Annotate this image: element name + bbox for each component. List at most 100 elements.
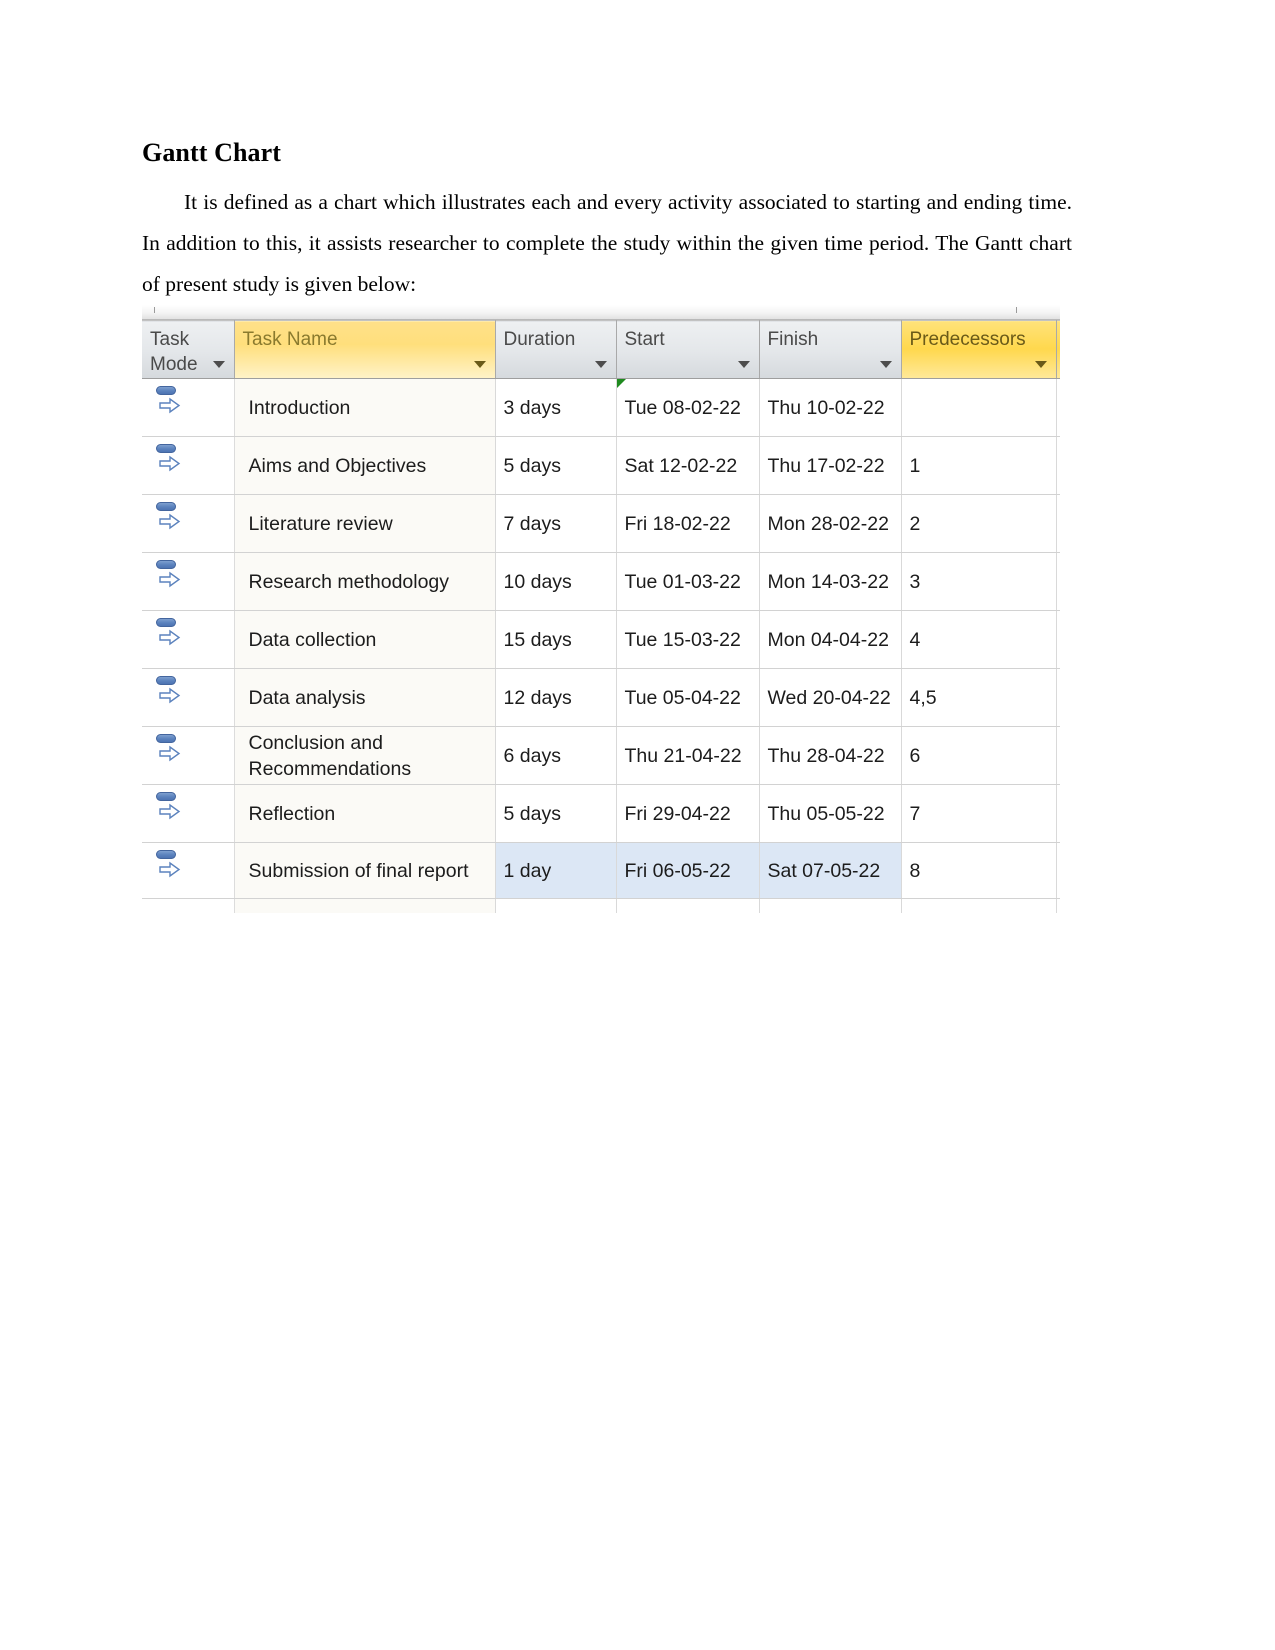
cell-task-mode <box>142 898 235 913</box>
cell-task-mode[interactable] <box>142 726 235 785</box>
cell-task-name[interactable]: Introduction <box>234 378 496 437</box>
cell-task-mode[interactable] <box>142 784 235 843</box>
cell-start[interactable]: Fri 06-05-22 <box>616 842 760 899</box>
table-row[interactable]: Conclusion and Recommendations 6 days Th… <box>142 726 1060 785</box>
table-row[interactable]: Introduction 3 days Tue 08-02-22 Thu 10-… <box>142 378 1060 437</box>
cell-next-partial <box>1056 898 1060 913</box>
column-header-task-mode-label: Task Mode <box>150 329 198 375</box>
column-header-task-mode[interactable]: Task Mode <box>142 320 235 379</box>
cell-task-name[interactable]: Literature review <box>234 494 496 553</box>
cell-finish[interactable]: Thu 05-05-22 <box>759 784 902 843</box>
cell-predecessors <box>901 898 1057 913</box>
cell-predecessors[interactable]: 4,5 <box>901 668 1057 727</box>
cell-predecessors[interactable]: 1 <box>901 436 1057 495</box>
chevron-down-icon[interactable] <box>879 361 892 368</box>
cell-task-mode[interactable] <box>142 378 235 437</box>
cell-predecessors[interactable] <box>901 378 1057 437</box>
cell-next-partial <box>1056 668 1060 727</box>
table-row[interactable]: Data analysis 12 days Tue 05-04-22 Wed 2… <box>142 668 1060 727</box>
cell-start[interactable]: Tue 15-03-22 <box>616 610 760 669</box>
chevron-down-icon[interactable] <box>212 361 225 368</box>
table-row[interactable]: Reflection 5 days Fri 29-04-22 Thu 05-05… <box>142 784 1060 843</box>
manually-scheduled-task-icon <box>154 444 184 474</box>
cell-task-mode[interactable] <box>142 668 235 727</box>
cell-start[interactable]: Tue 01-03-22 <box>616 552 760 611</box>
table-row[interactable]: Submission of final report 1 day Fri 06-… <box>142 842 1060 899</box>
cell-duration[interactable]: 12 days <box>495 668 617 727</box>
column-header-duration[interactable]: Duration <box>495 320 617 379</box>
cell-start[interactable]: Tue 08-02-22 <box>616 378 760 437</box>
column-header-task-name[interactable]: Task Name <box>234 320 496 379</box>
manually-scheduled-task-icon <box>154 792 184 822</box>
manually-scheduled-task-icon <box>154 850 184 880</box>
cell-predecessors[interactable]: 3 <box>901 552 1057 611</box>
cell-finish[interactable]: Mon 04-04-22 <box>759 610 902 669</box>
cell-start[interactable]: Tue 05-04-22 <box>616 668 760 727</box>
document-text-block: Gantt Chart It is defined as a chart whi… <box>142 138 1072 305</box>
cell-task-mode[interactable] <box>142 842 235 899</box>
cell-task-name[interactable]: Data analysis <box>234 668 496 727</box>
cell-duration[interactable]: 7 days <box>495 494 617 553</box>
cell-finish[interactable]: Wed 20-04-22 <box>759 668 902 727</box>
column-header-next-partial[interactable] <box>1056 320 1060 379</box>
cell-duration[interactable]: 6 days <box>495 726 617 785</box>
cell-task-name <box>234 898 496 913</box>
cell-duration[interactable]: 15 days <box>495 610 617 669</box>
cell-duration <box>495 898 617 913</box>
cell-task-name[interactable]: Research methodology <box>234 552 496 611</box>
cell-duration[interactable]: 5 days <box>495 784 617 843</box>
cell-finish[interactable]: Thu 28-04-22 <box>759 726 902 785</box>
cell-duration[interactable]: 3 days <box>495 378 617 437</box>
cell-task-name[interactable]: Data collection <box>234 610 496 669</box>
chevron-down-icon[interactable] <box>1034 361 1047 368</box>
cell-duration[interactable]: 5 days <box>495 436 617 495</box>
ms-project-grid: Task Mode Task Name Duration Start Finis… <box>142 305 1060 913</box>
column-header-predecessors[interactable]: Predecessors <box>901 320 1057 379</box>
cell-duration[interactable]: 10 days <box>495 552 617 611</box>
green-corner-indicator-icon <box>616 379 626 388</box>
cell-next-partial <box>1056 842 1060 899</box>
cell-finish[interactable]: Mon 14-03-22 <box>759 552 902 611</box>
cell-next-partial <box>1056 436 1060 495</box>
cell-finish[interactable]: Thu 17-02-22 <box>759 436 902 495</box>
cell-start[interactable]: Fri 18-02-22 <box>616 494 760 553</box>
table-row[interactable]: Research methodology 10 days Tue 01-03-2… <box>142 552 1060 611</box>
cell-task-name[interactable]: Aims and Objectives <box>234 436 496 495</box>
chevron-down-icon[interactable] <box>594 361 607 368</box>
header-row: Task Mode Task Name Duration Start Finis… <box>142 320 1060 379</box>
cell-start[interactable]: Sat 12-02-22 <box>616 436 760 495</box>
cell-task-name[interactable]: Reflection <box>234 784 496 843</box>
cell-finish[interactable]: Sat 07-05-22 <box>759 842 902 899</box>
cell-task-mode[interactable] <box>142 610 235 669</box>
cell-task-name[interactable]: Conclusion and Recommendations <box>234 726 496 785</box>
manually-scheduled-task-icon <box>154 386 184 416</box>
table-row[interactable]: Literature review 7 days Fri 18-02-22 Mo… <box>142 494 1060 553</box>
cell-predecessors[interactable]: 4 <box>901 610 1057 669</box>
cell-predecessors[interactable]: 8 <box>901 842 1057 899</box>
cell-next-partial <box>1056 494 1060 553</box>
cell-duration[interactable]: 1 day <box>495 842 617 899</box>
cell-task-mode[interactable] <box>142 436 235 495</box>
cell-predecessors[interactable]: 6 <box>901 726 1057 785</box>
table-row-partial[interactable] <box>142 898 1060 913</box>
cell-start[interactable]: Thu 21-04-22 <box>616 726 760 785</box>
cell-task-mode[interactable] <box>142 552 235 611</box>
cell-task-mode[interactable] <box>142 494 235 553</box>
table-header: Task Mode Task Name Duration Start Finis… <box>142 320 1060 379</box>
cell-predecessors[interactable]: 2 <box>901 494 1057 553</box>
cell-finish[interactable]: Mon 28-02-22 <box>759 494 902 553</box>
column-header-start[interactable]: Start <box>616 320 760 379</box>
cell-predecessors[interactable]: 7 <box>901 784 1057 843</box>
cell-next-partial <box>1056 378 1060 437</box>
table-row[interactable]: Aims and Objectives 5 days Sat 12-02-22 … <box>142 436 1060 495</box>
chevron-down-icon[interactable] <box>473 361 486 368</box>
table-row[interactable]: Data collection 15 days Tue 15-03-22 Mon… <box>142 610 1060 669</box>
manually-scheduled-task-icon <box>154 502 184 532</box>
column-header-finish[interactable]: Finish <box>759 320 902 379</box>
cell-finish[interactable]: Thu 10-02-22 <box>759 378 902 437</box>
cell-start[interactable]: Fri 29-04-22 <box>616 784 760 843</box>
column-header-start-label: Start <box>624 329 665 350</box>
chevron-down-icon[interactable] <box>737 361 750 368</box>
column-header-task-name-label: Task Name <box>242 329 338 350</box>
cell-task-name[interactable]: Submission of final report <box>234 842 496 899</box>
